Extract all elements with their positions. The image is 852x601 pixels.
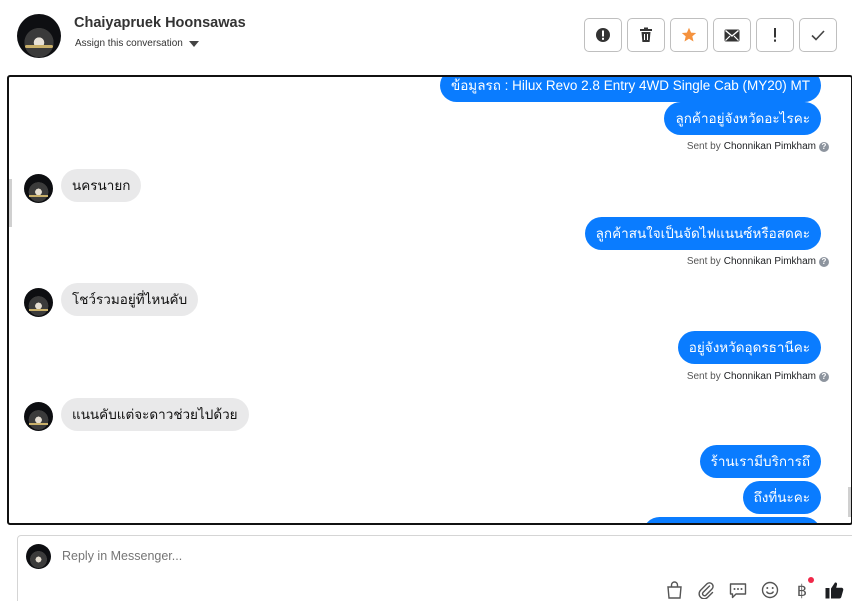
- mark-unread-button[interactable]: [713, 18, 751, 52]
- contact-name[interactable]: Chaiyapruek Hoonsawas: [74, 15, 246, 31]
- message-bubble-incoming[interactable]: นครนายก: [61, 169, 142, 202]
- message-bubble-outgoing[interactable]: [643, 517, 821, 523]
- like-button[interactable]: [824, 580, 844, 600]
- message-bubble-outgoing[interactable]: ถึงที่นะคะ: [742, 481, 821, 514]
- sent-by-label: Sent by Chonnikan Pimkham ?: [687, 371, 829, 382]
- follow-up-button[interactable]: [756, 18, 794, 52]
- conversation-header: Chaiyapruek Hoonsawas Assign this conver…: [0, 0, 852, 75]
- reply-composer: ฿: [17, 535, 852, 601]
- mark-spam-button[interactable]: [584, 18, 622, 52]
- message-thread[interactable]: ข้อมูลรถ : Hilux Revo 2.8 Entry 4WD Sing…: [7, 75, 852, 525]
- mark-done-button[interactable]: [799, 18, 837, 52]
- trash-icon: [640, 27, 652, 42]
- delete-button[interactable]: [627, 18, 665, 52]
- like-icon: [825, 582, 843, 599]
- composer-toolbar: ฿: [664, 577, 844, 600]
- check-icon: [811, 30, 825, 41]
- message-bubble-incoming[interactable]: แนนคับแต่จะดาวช่วยไปด้วย: [61, 398, 249, 431]
- star-icon: [681, 27, 697, 42]
- emoji-button[interactable]: [760, 580, 780, 600]
- contact-avatar[interactable]: [17, 14, 61, 58]
- message-bubble-outgoing[interactable]: อยู่จังหวัดอุดรธานีคะ: [677, 331, 821, 364]
- saved-reply-icon: [729, 582, 747, 598]
- help-icon[interactable]: ?: [819, 256, 829, 267]
- shopping-bag-button[interactable]: [664, 580, 684, 600]
- agent-name: Chonnikan Pimkham: [723, 141, 816, 152]
- conversation-actions: [584, 18, 837, 52]
- assign-label: Assign this conversation: [75, 38, 183, 49]
- contact-avatar: [24, 174, 53, 203]
- saved-replies-button[interactable]: [728, 580, 748, 600]
- contact-avatar: [24, 288, 53, 317]
- message-bubble-outgoing[interactable]: ลูกค้าสนใจเป็นจัดไฟแนนซ์หรือสดคะ: [584, 217, 821, 250]
- message-bubble-outgoing[interactable]: ข้อมูลรถ : Hilux Revo 2.8 Entry 4WD Sing…: [439, 77, 821, 102]
- help-icon[interactable]: ?: [819, 371, 829, 382]
- message-bubble-outgoing[interactable]: ลูกค้าอยู่จังหวัดอะไรคะ: [664, 102, 821, 135]
- payment-button[interactable]: ฿: [792, 577, 814, 600]
- alert-circle-icon: [596, 28, 610, 42]
- baht-icon: ฿: [796, 580, 808, 600]
- agent-name: Chonnikan Pimkham: [723, 256, 816, 267]
- agent-name: Chonnikan Pimkham: [723, 371, 816, 382]
- message-bubble-outgoing[interactable]: ร้านเรามีบริการถึ: [699, 445, 821, 478]
- help-icon[interactable]: ?: [819, 141, 829, 152]
- paperclip-icon: [698, 582, 714, 599]
- shopping-bag-icon: [666, 581, 682, 599]
- scrollbar[interactable]: [848, 487, 851, 517]
- sent-by-label: Sent by Chonnikan Pimkham ?: [687, 256, 829, 267]
- exclamation-icon: [774, 28, 776, 42]
- assign-conversation-dropdown[interactable]: Assign this conversation: [75, 38, 199, 49]
- attach-button[interactable]: [696, 580, 716, 600]
- contact-avatar: [24, 402, 53, 431]
- sent-by-label: Sent by Chonnikan Pimkham ?: [687, 141, 829, 152]
- scroll-indicator: [9, 179, 12, 227]
- emoji-icon: [761, 581, 779, 599]
- envelope-icon: [724, 29, 740, 41]
- page-avatar: [26, 544, 51, 569]
- star-button[interactable]: [670, 18, 708, 52]
- notification-dot: [808, 577, 814, 583]
- message-bubble-incoming[interactable]: โชว์รวมอยู่ที่ไหนคับ: [61, 283, 199, 316]
- chevron-down-icon: [188, 40, 199, 47]
- reply-input[interactable]: [62, 549, 762, 563]
